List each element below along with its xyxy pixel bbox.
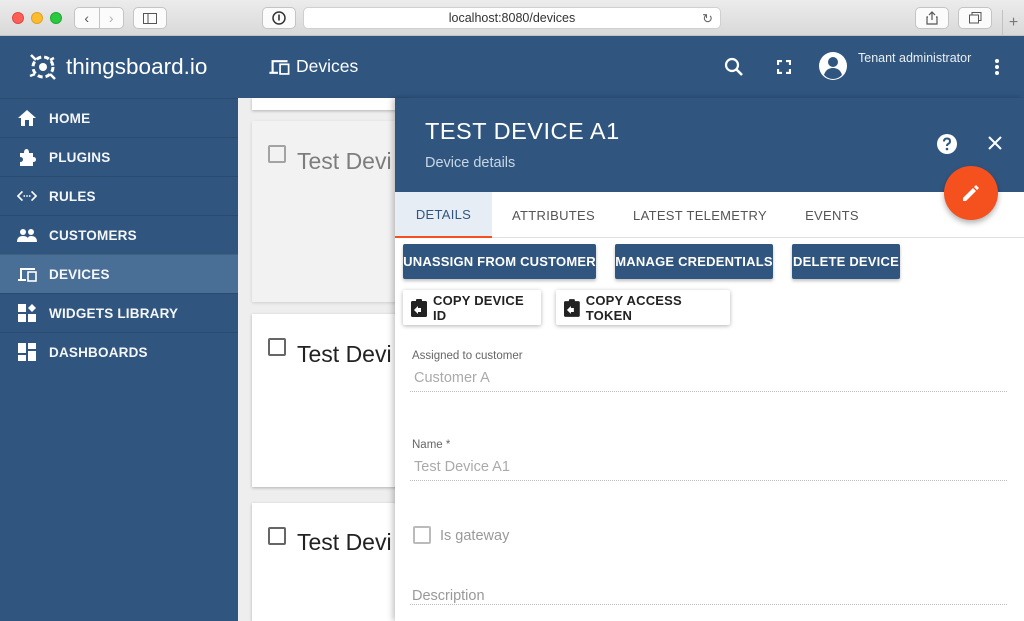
edit-icon <box>963 185 979 201</box>
top-app-bar: Devices Tenant administrator <box>238 36 1024 98</box>
forward-button[interactable]: › <box>98 8 124 28</box>
device-card[interactable] <box>252 98 412 110</box>
description-field[interactable]: Description <box>412 588 485 604</box>
panel-header: TEST DEVICE A1 Device details <box>395 98 1024 192</box>
account-icon[interactable] <box>818 51 848 81</box>
close-icon[interactable] <box>988 136 1002 150</box>
delete-device-button[interactable]: DELETE DEVICE <box>792 244 900 279</box>
manage-credentials-button[interactable]: MANAGE CREDENTIALS <box>615 244 773 279</box>
field-underline <box>410 391 1007 392</box>
dashboard-icon <box>17 342 37 362</box>
sidebar-item-home[interactable]: HOME <box>0 98 238 137</box>
tab-events[interactable]: EVENTS <box>785 192 879 238</box>
more-vert-icon[interactable] <box>994 58 1000 76</box>
sidebar-item-label: DEVICES <box>49 266 110 282</box>
sidebar-item-widgets-library[interactable]: WIDGETS LIBRARY <box>0 293 238 332</box>
logo-icon <box>29 54 56 80</box>
share-icon <box>926 11 938 25</box>
device-title: TEST DEVICE A1 <box>425 118 620 144</box>
zoom-window-button[interactable] <box>50 12 62 24</box>
page-title: Devices <box>268 56 358 77</box>
tab-latest-telemetry[interactable]: LATEST TELEMETRY <box>615 192 785 238</box>
device-card[interactable]: Test Devi <box>252 121 412 302</box>
devices-icon <box>17 264 37 284</box>
back-button[interactable]: ‹ <box>75 8 99 28</box>
puzzle-icon <box>17 147 37 167</box>
detail-tabs: DETAILS ATTRIBUTES LATEST TELEMETRY EVEN… <box>395 192 1024 238</box>
copy-device-id-label: COPY DEVICE ID <box>433 292 524 323</box>
tab-details[interactable]: DETAILS <box>395 192 492 238</box>
field-underline <box>410 480 1007 481</box>
device-details-panel: TEST DEVICE A1 Device details DETAILS AT… <box>395 98 1024 621</box>
panel-subtitle: Device details <box>425 155 516 171</box>
close-window-button[interactable] <box>12 12 24 24</box>
tabs-overview-button[interactable] <box>958 7 992 29</box>
code-icon <box>17 186 37 206</box>
is-gateway-label: Is gateway <box>440 528 510 544</box>
assigned-customer-field: Customer A <box>414 370 490 386</box>
sidebar-item-rules[interactable]: RULES <box>0 176 238 215</box>
info-icon <box>272 11 286 25</box>
minimize-window-button[interactable] <box>31 12 43 24</box>
card-checkbox[interactable] <box>268 527 286 545</box>
copy-device-id-button[interactable]: COPY DEVICE ID <box>403 290 541 325</box>
unassign-from-customer-button[interactable]: UNASSIGN FROM CUSTOMER <box>403 244 596 279</box>
sidebar-item-dashboards[interactable]: DASHBOARDS <box>0 332 238 371</box>
sidebar-item-label: DASHBOARDS <box>49 344 148 360</box>
history-nav: ‹ › <box>74 7 124 29</box>
fullscreen-icon[interactable] <box>777 60 791 74</box>
reload-icon[interactable]: ↻ <box>702 11 713 27</box>
logo[interactable]: thingsboard.io <box>0 36 238 98</box>
sidebar-item-label: RULES <box>49 188 96 204</box>
people-icon <box>17 225 37 245</box>
devices-icon <box>269 59 290 75</box>
edit-button[interactable] <box>944 166 998 220</box>
sidebar: thingsboard.io HOME PLUGINS RULES CUSTOM… <box>0 36 238 621</box>
url-text: localhost:8080/devices <box>448 11 576 25</box>
card-title: Test Devi <box>297 529 392 555</box>
device-card[interactable]: Test Devi <box>252 503 412 621</box>
user-role[interactable]: Tenant administrator <box>858 51 971 65</box>
name-label: Name * <box>412 439 451 451</box>
card-title: Test Devi <box>297 341 392 367</box>
tab-attributes[interactable]: ATTRIBUTES <box>492 192 615 238</box>
sidebar-item-label: WIDGETS LIBRARY <box>49 305 179 321</box>
assigned-customer-label: Assigned to customer <box>412 350 523 362</box>
device-card[interactable]: Test Devi <box>252 314 412 487</box>
name-field: Test Device A1 <box>414 459 510 475</box>
tabs-icon <box>968 12 981 24</box>
sidebar-item-label: HOME <box>49 110 91 126</box>
home-icon <box>17 108 37 128</box>
sidebar-item-plugins[interactable]: PLUGINS <box>0 137 238 176</box>
field-underline <box>410 604 1007 605</box>
share-button[interactable] <box>915 7 949 29</box>
new-tab-button[interactable]: + <box>1002 10 1024 36</box>
copy-access-token-button[interactable]: COPY ACCESS TOKEN <box>556 290 730 325</box>
address-bar[interactable]: localhost:8080/devices ↻ <box>303 7 721 29</box>
sidebar-item-devices[interactable]: DEVICES <box>0 254 238 293</box>
card-title: Test Devi <box>297 148 392 174</box>
clipboard-arrow-icon <box>411 298 427 317</box>
page-title-text: Devices <box>296 56 359 76</box>
clipboard-arrow-icon <box>564 298 580 317</box>
sidebar-icon <box>143 12 157 24</box>
sidebar-toggle-button[interactable] <box>133 7 167 29</box>
search-icon[interactable] <box>724 57 744 77</box>
widgets-icon <box>17 303 37 323</box>
logo-text: thingsboard.io <box>66 54 208 79</box>
browser-toolbar: ‹ › localhost:8080/devices ↻ + <box>0 0 1024 36</box>
card-checkbox[interactable] <box>268 338 286 356</box>
card-checkbox[interactable] <box>268 145 286 163</box>
site-info-button[interactable] <box>262 7 296 29</box>
copy-access-token-label: COPY ACCESS TOKEN <box>585 292 682 323</box>
sidebar-item-customers[interactable]: CUSTOMERS <box>0 215 238 254</box>
sidebar-item-label: CUSTOMERS <box>49 227 137 243</box>
sidebar-item-label: PLUGINS <box>49 149 111 165</box>
is-gateway-checkbox[interactable] <box>413 526 431 544</box>
help-icon[interactable] <box>937 134 957 154</box>
